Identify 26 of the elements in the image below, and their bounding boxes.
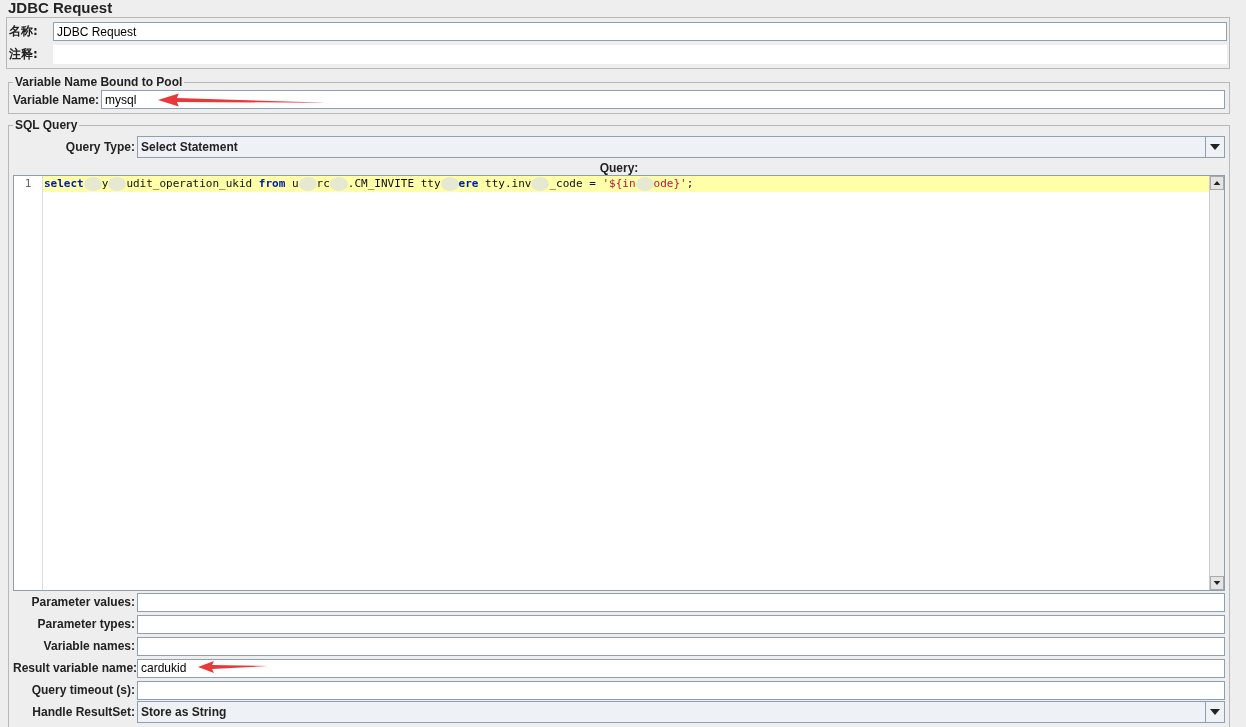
name-field[interactable]: JDBC Request bbox=[53, 22, 1227, 41]
input-field[interactable] bbox=[137, 592, 1225, 612]
result-set-label: Handle ResultSet: bbox=[31, 705, 135, 719]
input-field[interactable] bbox=[137, 614, 1225, 634]
query-type-dropdown[interactable]: Select Statement bbox=[137, 136, 1225, 158]
input-field[interactable]: cardukid bbox=[137, 658, 1225, 678]
field-label: Parameter types: bbox=[36, 617, 135, 631]
query-type-label: Query Type: bbox=[64, 140, 135, 154]
field-label: Parameter values: bbox=[30, 595, 135, 609]
query-label: Query: bbox=[598, 161, 640, 175]
variable-name-label: Variable Name: bbox=[13, 92, 100, 107]
name-label: 名称: bbox=[9, 23, 39, 40]
scroll-down-icon[interactable] bbox=[1210, 576, 1224, 590]
panel-title: JDBC Request bbox=[7, 0, 114, 15]
scroll-up-icon[interactable] bbox=[1210, 176, 1224, 190]
input-field[interactable] bbox=[137, 680, 1225, 700]
line-number: 1 bbox=[23, 176, 33, 192]
field-label: Query timeout (s): bbox=[30, 683, 135, 697]
sql-legend: SQL Query bbox=[13, 118, 80, 132]
input-field[interactable] bbox=[137, 636, 1225, 656]
variable-name-field[interactable]: mysql bbox=[101, 90, 1225, 109]
result-set-dropdown[interactable]: Store as String bbox=[137, 701, 1225, 723]
comment-label: 注释: bbox=[9, 46, 39, 63]
field-label: Result variable name: bbox=[13, 661, 135, 675]
pool-legend: Variable Name Bound to Pool bbox=[13, 75, 185, 89]
field-label: Variable names: bbox=[42, 639, 135, 653]
